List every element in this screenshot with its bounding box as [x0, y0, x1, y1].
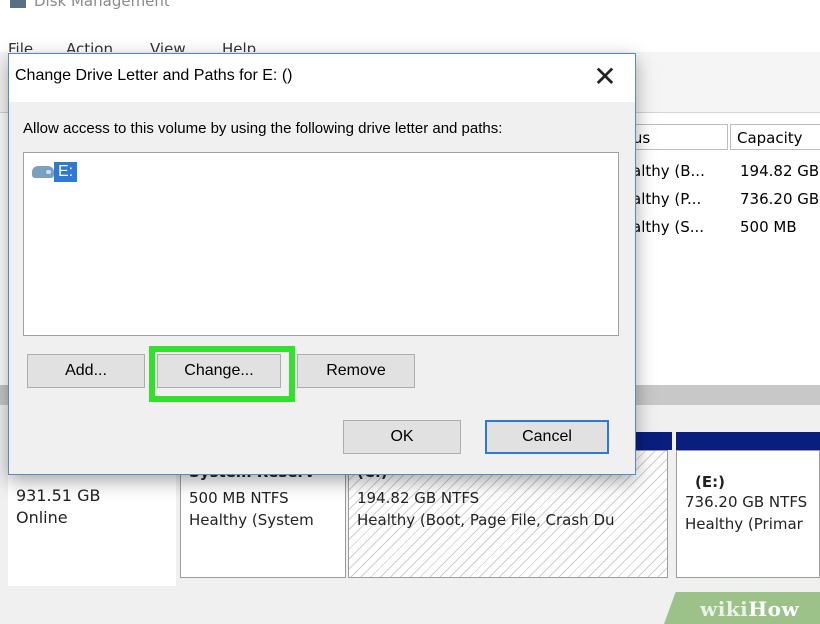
change-drive-letter-dialog: Change Drive Letter and Paths for E: () …: [8, 53, 636, 475]
disk-management-icon: [10, 0, 26, 8]
partition-status: Healthy (Boot, Page File, Crash Du: [357, 511, 615, 529]
menu-bar: File Action View Help: [0, 16, 820, 58]
column-header-capacity[interactable]: Capacity: [730, 124, 820, 150]
close-icon[interactable]: ✕: [587, 60, 623, 94]
path-label: E:: [54, 162, 78, 182]
partition-name: (E:): [695, 473, 725, 491]
volume-capacity: 194.82 GB: [740, 162, 820, 180]
partition-size: 194.82 GB NTFS: [357, 489, 480, 507]
partition-status: Healthy (Primar: [685, 515, 803, 533]
partition-status: Healthy (System: [189, 511, 314, 529]
partition-header-bar: [676, 432, 820, 450]
volume-status: althy (B...: [632, 162, 705, 180]
ok-button[interactable]: OK: [343, 420, 461, 454]
add-button[interactable]: Add...: [27, 354, 145, 388]
watermark-part2: How: [748, 597, 800, 621]
partition-e[interactable]: (E:) 736.20 GB NTFS Healthy (Primar: [676, 450, 820, 578]
remove-button[interactable]: Remove: [297, 354, 415, 388]
dialog-titlebar[interactable]: Change Drive Letter and Paths for E: () …: [9, 54, 635, 102]
cancel-button[interactable]: Cancel: [485, 420, 609, 454]
dialog-description: Allow access to this volume by using the…: [23, 120, 503, 137]
drive-path-list[interactable]: E:: [23, 152, 619, 336]
watermark-part1: wiki: [700, 597, 749, 621]
volume-capacity: 736.20 GB: [740, 190, 820, 208]
drive-icon: [32, 166, 54, 178]
change-button-highlight: [149, 346, 295, 402]
volume-status: althy (P...: [632, 190, 702, 208]
partition-size: 500 MB NTFS: [189, 489, 289, 507]
volume-capacity: 500 MB: [740, 218, 797, 236]
disk-size: 931.51 GB: [16, 486, 101, 505]
dialog-title: Change Drive Letter and Paths for E: (): [15, 67, 293, 84]
volume-status: althy (S...: [632, 218, 705, 236]
partition-size: 736.20 GB NTFS: [685, 493, 808, 511]
wikihow-watermark: wikiHow: [700, 597, 799, 621]
column-header-status[interactable]: tus: [620, 124, 728, 150]
disk-state: Online: [16, 508, 68, 527]
app-title: Disk Management: [34, 0, 170, 10]
app-titlebar: Disk Management: [0, 0, 820, 16]
